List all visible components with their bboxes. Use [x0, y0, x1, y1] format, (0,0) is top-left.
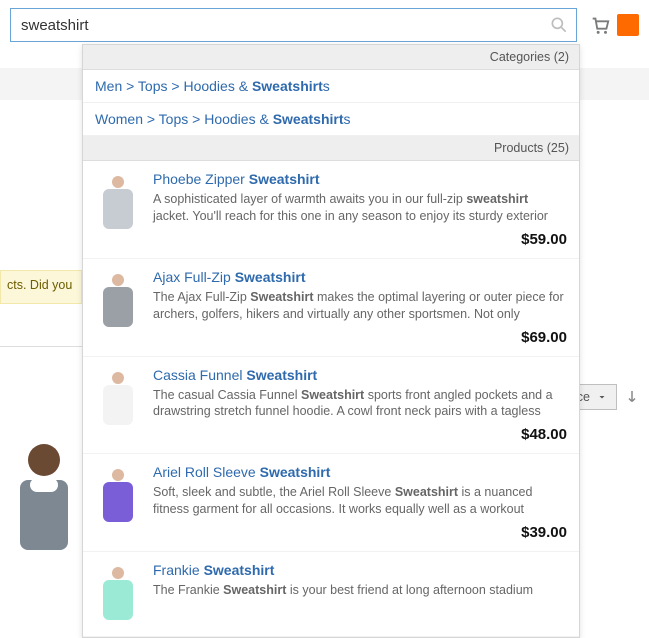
category-suggestion[interactable]: Women > Tops > Hoodies & Sweatshirts [83, 103, 579, 136]
divider [0, 346, 82, 347]
chevron-down-icon [596, 391, 608, 403]
product-title-match: Sweatshirt [260, 464, 331, 480]
product-body: Cassia Funnel Sweatshirt The casual Cass… [153, 367, 567, 444]
product-title-pre: Frankie [153, 562, 204, 578]
product-title[interactable]: Ajax Full-Zip Sweatshirt [153, 269, 567, 285]
product-suggestion[interactable]: Ajax Full-Zip Sweatshirt The Ajax Full-Z… [83, 259, 579, 357]
category-path-pre: Women > Tops > Hoodies & [95, 111, 273, 127]
product-suggestion[interactable]: Ariel Roll Sleeve Sweatshirt Soft, sleek… [83, 454, 579, 552]
product-desc-pre: The Frankie [153, 583, 223, 597]
products-header: Products (25) [83, 136, 579, 161]
product-title-match: Sweatshirt [246, 367, 317, 383]
product-body: Ariel Roll Sleeve Sweatshirt Soft, sleek… [153, 464, 567, 541]
category-path-match: Sweatshirt [273, 111, 344, 127]
product-body: Ajax Full-Zip Sweatshirt The Ajax Full-Z… [153, 269, 567, 346]
search-field-wrap [10, 8, 577, 42]
product-thumbnail [95, 464, 141, 528]
product-title[interactable]: Cassia Funnel Sweatshirt [153, 367, 567, 383]
category-path-match: Sweatshirt [252, 78, 323, 94]
product-title-pre: Ajax Full-Zip [153, 269, 235, 285]
product-card-image [8, 438, 80, 558]
product-description: The Ajax Full-Zip Sweatshirt makes the o… [153, 289, 567, 323]
category-path-post: s [323, 78, 330, 94]
notice-banner: cts. Did you [0, 270, 82, 304]
category-path-pre: Men > Tops > Hoodies & [95, 78, 252, 94]
product-desc-post: is your best friend at long afternoon st… [286, 583, 533, 597]
product-price: $48.00 [153, 426, 567, 443]
product-thumbnail [95, 562, 141, 626]
product-price: $59.00 [153, 231, 567, 248]
product-suggestion[interactable]: Cassia Funnel Sweatshirt The casual Cass… [83, 357, 579, 455]
product-desc-pre: The casual Cassia Funnel [153, 388, 301, 402]
product-title-pre: Phoebe Zipper [153, 171, 249, 187]
product-suggestion[interactable]: Phoebe Zipper Sweatshirt A sophisticated… [83, 161, 579, 259]
search-input[interactable] [10, 8, 577, 42]
search-suggestions-dropdown: Categories (2) Men > Tops > Hoodies & Sw… [82, 44, 580, 638]
cart[interactable] [589, 14, 639, 36]
product-description: A sophisticated layer of warmth awaits y… [153, 191, 567, 225]
product-desc-match: Sweatshirt [250, 290, 313, 304]
product-description: Soft, sleek and subtle, the Ariel Roll S… [153, 484, 567, 518]
product-title[interactable]: Ariel Roll Sleeve Sweatshirt [153, 464, 567, 480]
product-title-match: Sweatshirt [235, 269, 306, 285]
product-title-pre: Cassia Funnel [153, 367, 246, 383]
category-suggestion[interactable]: Men > Tops > Hoodies & Sweatshirts [83, 70, 579, 103]
cart-count-badge [617, 14, 639, 36]
product-desc-match: Sweatshirt [395, 485, 458, 499]
product-desc-match: sweatshirt [466, 192, 528, 206]
product-title[interactable]: Frankie Sweatshirt [153, 562, 567, 578]
product-desc-match: Sweatshirt [223, 583, 286, 597]
product-title[interactable]: Phoebe Zipper Sweatshirt [153, 171, 567, 187]
product-thumbnail [95, 171, 141, 235]
product-thumbnail [95, 367, 141, 431]
categories-header: Categories (2) [83, 45, 579, 70]
product-desc-match: Sweatshirt [301, 388, 364, 402]
product-desc-pre: A sophisticated layer of warmth awaits y… [153, 192, 466, 206]
product-price: $39.00 [153, 524, 567, 541]
product-description: The casual Cassia Funnel Sweatshirt spor… [153, 387, 567, 421]
cart-icon [589, 14, 611, 36]
category-path-post: s [344, 111, 351, 127]
product-title-pre: Ariel Roll Sleeve [153, 464, 260, 480]
product-description: The Frankie Sweatshirt is your best frie… [153, 582, 567, 599]
product-thumbnail [95, 269, 141, 333]
product-title-match: Sweatshirt [204, 562, 275, 578]
product-body: Frankie Sweatshirt The Frankie Sweatshir… [153, 562, 567, 626]
product-desc-post: jacket. You'll reach for this one in any… [153, 209, 548, 223]
sort-direction-icon[interactable] [623, 388, 641, 406]
product-price: $69.00 [153, 329, 567, 346]
product-body: Phoebe Zipper Sweatshirt A sophisticated… [153, 171, 567, 248]
product-desc-pre: Soft, sleek and subtle, the Ariel Roll S… [153, 485, 395, 499]
product-desc-pre: The Ajax Full-Zip [153, 290, 250, 304]
product-title-match: Sweatshirt [249, 171, 320, 187]
